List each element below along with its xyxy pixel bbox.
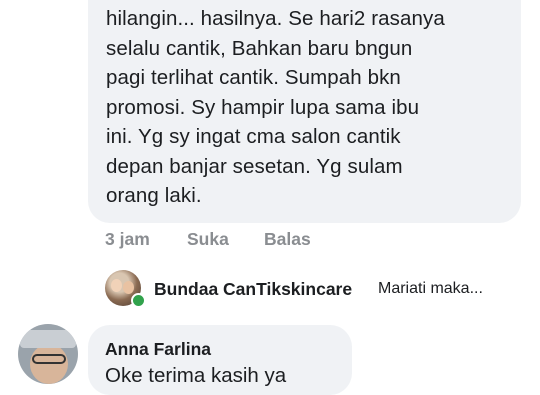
comment-timestamp[interactable]: 3 jam [105, 229, 150, 250]
comment-line: promosi. Sy hampir lupa sama ibu [106, 95, 420, 119]
avatar-glasses [32, 354, 66, 364]
comment-text: Oke terima kasih ya [105, 364, 287, 387]
comment-line: orang laki. [106, 184, 202, 207]
reply-button[interactable]: Balas [264, 229, 311, 250]
comment-line: pagi terlihat cantik. Sumpah bkn [106, 66, 401, 89]
comment-line: ini. Yg sy ingat cma salon cantik [106, 125, 401, 148]
comment-text: hilangin... hasilnya. Se hari2 rasanya s… [106, 4, 521, 211]
comment-line: depan banjar sesetan. Yg sulam [106, 154, 403, 178]
online-status-icon [131, 293, 146, 308]
reply-preview[interactable]: Bundaa CanTikskincare Mariati maka... [105, 270, 535, 308]
comment-line: hilangin... hasilnya. Se hari2 rasanya [106, 7, 445, 30]
avatar-face [111, 279, 122, 292]
avatar-face [123, 281, 134, 294]
avatar-face [30, 344, 68, 384]
comment-author[interactable]: Anna Farlina [105, 339, 211, 360]
like-button[interactable]: Suka [187, 229, 229, 250]
avatar-hat [20, 330, 76, 348]
avatar[interactable] [18, 324, 78, 384]
reply-author[interactable]: Bundaa CanTikskincare [154, 279, 352, 300]
reply-snippet[interactable]: Mariati maka... [378, 280, 483, 298]
comment-line: selalu cantik, Bahkan baru bngun [106, 36, 413, 60]
